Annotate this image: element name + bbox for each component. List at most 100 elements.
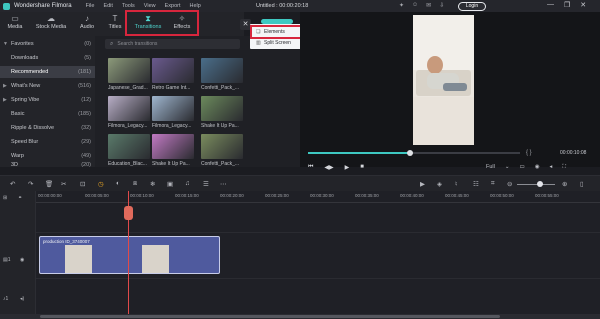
stop-icon[interactable]: ■ (360, 164, 364, 171)
play-icon[interactable]: ▶ (345, 164, 350, 171)
fit-timeline-icon[interactable]: ▯ (580, 180, 584, 188)
snapshot-icon[interactable]: ⌗ (491, 180, 495, 188)
sidebar-item-basic[interactable]: Basic (185) (0, 108, 95, 120)
audio-track-icon[interactable]: ♪1 (3, 296, 8, 302)
ruler-label: 00:00:00:00 (38, 193, 62, 198)
add-track-icon[interactable]: ⊞ (3, 195, 7, 201)
transition-thumbnail[interactable] (152, 134, 194, 159)
fullscreen-icon[interactable]: ⛶ (562, 164, 566, 171)
tab-media[interactable]: ▭ Media (0, 14, 30, 30)
login-button[interactable]: Login (458, 2, 486, 11)
time-ruler[interactable]: 00:00:00:00 00:00:05:00 00:00:10:00 00:0… (36, 191, 600, 203)
transition-thumbnail[interactable] (201, 134, 243, 159)
document-title: Untitled : 00:00:20:18 (256, 3, 309, 9)
scrubber-progress (308, 152, 410, 154)
download-icon[interactable]: ⇩ (439, 2, 444, 9)
sidebar-item-downloads[interactable]: Downloads (5) (0, 52, 95, 64)
video-clip[interactable]: production ID_3740007 (39, 236, 220, 274)
sidebar-item-ripple-dissolve[interactable]: Ripple & Dissolve (32) (0, 122, 95, 134)
zoom-in-icon[interactable]: ⊕ (562, 180, 567, 188)
speaker-icon[interactable]: ◂) (20, 296, 24, 302)
split-icon[interactable]: ⧈ (133, 180, 137, 188)
quality-select[interactable]: Full (486, 164, 495, 171)
camera-icon[interactable]: ◉ (535, 164, 540, 171)
transition-thumbnail[interactable] (201, 58, 243, 83)
menu-edit[interactable]: Edit (103, 3, 112, 9)
menu-view[interactable]: View (144, 3, 156, 9)
app-name: Wondershare Filmora (14, 3, 72, 9)
ruler-label: 00:00:45:00 (445, 193, 469, 198)
transition-thumbnail[interactable] (201, 96, 243, 121)
menu-export[interactable]: Export (165, 3, 181, 9)
crop-icon[interactable]: ⊡ (80, 180, 85, 188)
chevron-down-icon[interactable]: ⌄ (505, 164, 510, 171)
transition-thumbnail[interactable] (108, 96, 150, 121)
sidebar-item-3d[interactable]: 3D (20) (0, 162, 95, 168)
ruler-label: 00:00:05:00 (85, 193, 109, 198)
transition-thumbnail[interactable] (108, 58, 150, 83)
mail-icon[interactable]: ✉ (426, 2, 431, 9)
eye-icon[interactable]: ◉ (20, 257, 24, 263)
music-icon: ♪ (85, 14, 89, 23)
menu-bar: File Edit Tools View Export Help (86, 3, 201, 9)
redo-icon[interactable]: ↷ (28, 180, 33, 188)
volume-icon[interactable]: ◂ (550, 164, 553, 171)
adjust-icon[interactable]: ☰ (203, 180, 209, 188)
ruler-label: 00:00:20:00 (220, 193, 244, 198)
maximize-icon[interactable]: ❐ (564, 1, 570, 9)
lightbulb-icon[interactable]: ✦ (399, 2, 404, 9)
sidebar-item-favorites[interactable]: ▼ Favorites (0) (0, 38, 95, 50)
zoom-out-icon[interactable]: ⊖ (507, 180, 512, 188)
sidebar-item-warp[interactable]: Warp (49) (0, 150, 95, 162)
user-icon[interactable]: ☺ (412, 2, 418, 9)
zoom-slider-handle[interactable] (537, 181, 543, 187)
sidebar-item-recommended[interactable]: Recommended (181) (0, 66, 95, 78)
sidebar-item-whats-new[interactable]: ▶ What's New (516) (0, 80, 95, 92)
freeze-icon[interactable]: ❄ (150, 180, 155, 188)
monitor-icon[interactable]: ▭ (519, 164, 524, 171)
delete-icon[interactable]: 🗑 (45, 180, 53, 188)
search-input[interactable]: ⌕ Search transitions (105, 39, 240, 49)
green-screen-icon[interactable]: ▣ (167, 180, 173, 188)
skip-back-icon[interactable]: ⏮ (308, 164, 313, 171)
minimize-icon[interactable]: — (547, 1, 554, 9)
zoom-slider[interactable] (517, 184, 555, 185)
video-track-icon[interactable]: ▤1 (3, 257, 11, 263)
menu-help[interactable]: Help (190, 3, 201, 9)
ruler-label: 00:00:25:00 (265, 193, 289, 198)
close-window-icon[interactable]: ✕ (580, 1, 586, 9)
undo-icon[interactable]: ↶ (10, 180, 15, 188)
marker-icon[interactable]: ◈ (437, 180, 442, 188)
step-icon[interactable]: ◀▶ (324, 164, 333, 171)
audio-mixer-icon[interactable]: ♫ (185, 180, 190, 187)
menu-tools[interactable]: Tools (122, 3, 135, 9)
ruler-label: 00:00:30:00 (310, 193, 334, 198)
empty-track (36, 203, 600, 233)
transition-thumbnail[interactable] (108, 134, 150, 159)
transition-label: Retro Game Int... (152, 85, 191, 91)
render-icon[interactable]: ▶ (420, 180, 425, 188)
audio-track (36, 279, 600, 315)
scrubber-handle[interactable] (406, 150, 413, 156)
ruler-label: 00:00:15:00 (175, 193, 199, 198)
timeline-scroll-thumb[interactable] (40, 315, 500, 318)
playhead-handle[interactable] (124, 206, 133, 220)
more-icon[interactable]: ⋯ (220, 180, 227, 188)
transition-thumbnail[interactable] (152, 58, 194, 83)
menu-file[interactable]: File (86, 3, 95, 9)
link-icon[interactable]: ⚭ (18, 195, 22, 201)
speed-icon[interactable]: ◷ (98, 180, 104, 188)
mic-icon[interactable]: ♮ (455, 180, 457, 188)
sidebar-item-speed-blur[interactable]: Speed Blur (29) (0, 136, 95, 148)
tab-stock-media[interactable]: ☁ Stock Media (34, 14, 68, 30)
ruler-label: 00:00:55:00 (535, 193, 559, 198)
tab-audio[interactable]: ♪ Audio (72, 14, 102, 30)
sidebar-item-spring-vibe[interactable]: ▶ Spring Vibe (12) (0, 94, 95, 106)
preview-scrubber[interactable] (308, 150, 520, 156)
voiceover-icon[interactable]: ☷ (473, 180, 479, 188)
transition-label: Japanese_Grad... (108, 85, 148, 91)
cut-icon[interactable]: ✂ (61, 180, 66, 188)
transition-thumbnail[interactable] (152, 96, 194, 121)
color-icon[interactable]: ◐ (116, 180, 120, 187)
mark-in-out-braces[interactable]: { } (526, 150, 532, 156)
